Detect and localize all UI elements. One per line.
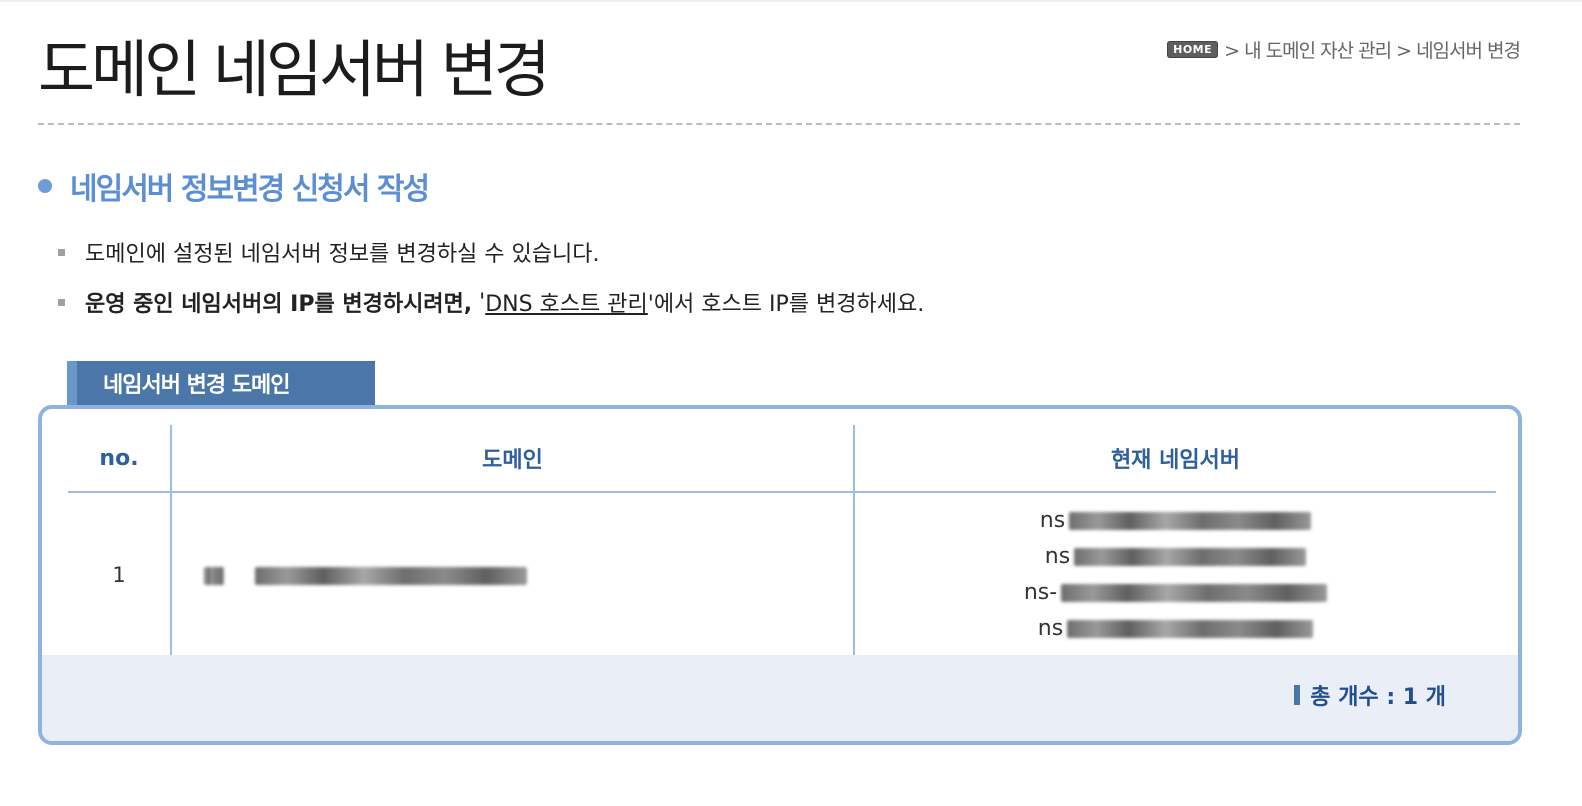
nameserver-change-domain-tab: 네임서버 변경 도메인 bbox=[67, 361, 375, 405]
nameserver-prefix: ns bbox=[1039, 508, 1066, 533]
redacted-nameserver bbox=[1069, 512, 1312, 530]
breadcrumb: HOME > 내 도메인 자산 관리 > 네임서버 변경 bbox=[1167, 36, 1521, 63]
note-2-bold-text: 운영 중인 네임서버의 IP를 변경하시려면, bbox=[85, 292, 473, 317]
section-heading: 네임서버 정보변경 신청서 작성 bbox=[38, 164, 430, 208]
header-nameserver: 현재 네임서버 bbox=[854, 425, 1496, 493]
row-nameservers: ns ns ns- ns bbox=[854, 492, 1496, 657]
nameserver-line: ns- bbox=[1023, 579, 1328, 607]
note-2-rest-text: '에서 호스트 IP를 변경하세요. bbox=[647, 292, 925, 317]
nameserver-list: ns ns ns- ns bbox=[856, 507, 1495, 643]
square-bullet-icon bbox=[58, 298, 65, 306]
table-header-row: no. 도메인 현재 네임서버 bbox=[68, 425, 1496, 493]
nameserver-prefix: ns- bbox=[1023, 580, 1058, 605]
bullet-dot-icon bbox=[38, 179, 52, 193]
note-2: 운영 중인 네임서버의 IP를 변경하시려면, ' DNS 호스트 관리 '에서… bbox=[58, 286, 924, 318]
note-2-quote-open: ' bbox=[472, 289, 486, 315]
redacted-domain bbox=[254, 567, 527, 585]
row-domain bbox=[171, 492, 855, 657]
dashed-divider bbox=[38, 123, 1520, 125]
square-bullet-icon bbox=[58, 248, 65, 256]
nameserver-line: ns bbox=[1039, 507, 1312, 535]
redacted-icon bbox=[204, 567, 224, 585]
note-1-text: 도메인에 설정된 네임서버 정보를 변경하실 수 있습니다. bbox=[85, 242, 600, 267]
tab-label-text: 네임서버 변경 도메인 bbox=[103, 373, 290, 398]
row-no: 1 bbox=[68, 492, 172, 657]
domain-panel: no. 도메인 현재 네임서버 1 ns ns ns- ns 총 개수: 1 … bbox=[38, 405, 1522, 745]
page-title: 도메인 네임서버 변경 bbox=[38, 33, 551, 106]
breadcrumb-path: > 내 도메인 자산 관리 > 네임서버 변경 bbox=[1224, 40, 1521, 62]
total-count-text: 총 개수 : 1 개 bbox=[1310, 685, 1446, 710]
nameserver-line: ns bbox=[1044, 543, 1307, 571]
header-domain: 도메인 bbox=[171, 425, 855, 493]
top-border bbox=[0, 0, 1582, 2]
total-bar-icon bbox=[1294, 685, 1301, 705]
total-count: 총 개수 : 1 개 bbox=[1294, 679, 1446, 711]
nameserver-prefix: ns bbox=[1044, 544, 1071, 569]
note-1: 도메인에 설정된 네임서버 정보를 변경하실 수 있습니다. bbox=[58, 236, 599, 268]
home-badge[interactable]: HOME bbox=[1167, 41, 1219, 58]
table-row: 1 ns ns ns- ns bbox=[68, 492, 1496, 657]
redacted-nameserver bbox=[1074, 548, 1307, 566]
nameserver-prefix: ns bbox=[1037, 616, 1064, 641]
redacted-nameserver bbox=[1061, 584, 1328, 602]
section-title: 네임서버 정보변경 신청서 작성 bbox=[70, 172, 430, 207]
domain-table: no. 도메인 현재 네임서버 1 ns ns ns- ns bbox=[68, 425, 1496, 657]
redacted-nameserver bbox=[1067, 620, 1314, 638]
nameserver-line: ns bbox=[1037, 615, 1314, 643]
header-no: no. bbox=[68, 425, 172, 493]
dns-host-management-link[interactable]: DNS 호스트 관리 bbox=[485, 286, 648, 318]
